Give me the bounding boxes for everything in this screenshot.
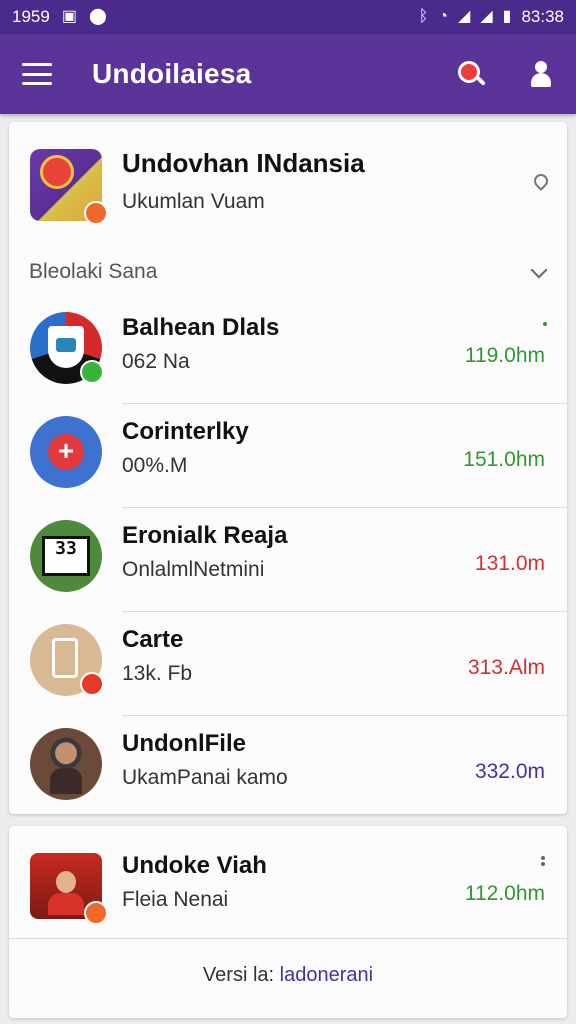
main-card: Undovhan INdansia Ukumlan Vuam Bleolaki … (9, 122, 567, 814)
avatar: 33 (30, 520, 102, 592)
list-item[interactable]: UndonlFile UkamPanai kamo 332.0m (9, 716, 567, 820)
status-time-left: 1959 (12, 7, 50, 26)
signal-icon: ◢ (480, 8, 493, 25)
location-icon: ⬤ (88, 8, 107, 25)
avatar (30, 853, 108, 925)
more-options-icon[interactable] (541, 856, 545, 870)
battery-icon: ▮ (502, 8, 512, 25)
user-icon[interactable] (528, 59, 554, 89)
image-icon: ▣ (61, 8, 77, 25)
bluetooth-icon: ᛒ (418, 8, 429, 25)
avatar (30, 312, 104, 384)
signal-icon: ◢ (458, 8, 471, 25)
item-value: 119.0hm (464, 344, 545, 367)
chevron-down-icon[interactable] (530, 261, 548, 279)
item-subtitle: 00%.M (122, 454, 188, 477)
menu-icon[interactable] (22, 63, 52, 85)
item-subtitle: 13k. Fb (122, 662, 193, 685)
item-title[interactable]: Undoke Viah (122, 852, 267, 880)
app-logo (30, 149, 108, 225)
item-subtitle: Fleia Nenai (122, 888, 229, 911)
list-item[interactable]: Carte 13k. Fb 313.Alm (9, 612, 567, 716)
location-pin-icon[interactable] (531, 171, 551, 192)
item-value: 313.Alm (467, 656, 545, 679)
app-bar: Undoilaiesa (0, 34, 576, 114)
item-value: 112.0hm (464, 882, 545, 905)
item-title: UndonlFile (122, 730, 246, 757)
status-time-right: 83:38 (521, 7, 564, 26)
version-prefix: Versi la: (202, 964, 275, 986)
item-value: 131.0m (474, 552, 545, 575)
item-title: Balhean Dlals (122, 314, 280, 341)
item-value: 332.0m (474, 760, 545, 783)
list-item[interactable]: 33 Eronialk Reaja OnlalmlNetmini 131.0m (9, 508, 567, 612)
avatar (30, 624, 104, 696)
list-item[interactable]: + Corinterlky 00%.M 151.0hm (9, 404, 567, 508)
avatar (30, 728, 102, 800)
item-title: Corinterlky (122, 418, 249, 445)
header-title: Undovhan INdansia (122, 148, 365, 178)
search-icon[interactable] (456, 59, 486, 89)
app-title: Undoilaiesa (92, 58, 252, 89)
item-title: Carte (122, 626, 184, 653)
header-subtitle: Ukumlan Vuam (122, 190, 265, 213)
status-bar: 1959 ▣ ⬤ ᛒ ◔ ◢ ◢ ▮ 83:38 (0, 0, 576, 34)
item-subtitle: OnlalmlNetmini (122, 558, 265, 581)
wifi-icon: ◔ (438, 8, 449, 25)
avatar: + (30, 416, 102, 488)
list-item[interactable]: Balhean Dlals 062 Na 119.0hm (9, 300, 567, 404)
item-title: Eronialk Reaja (122, 522, 288, 549)
status-dot-icon (543, 322, 547, 326)
item-subtitle: 062 Na (122, 350, 190, 373)
version-text: Versi la: ladonerani (9, 964, 567, 987)
header-row[interactable]: Undovhan INdansia Ukumlan Vuam (9, 122, 567, 247)
version-link[interactable]: ladonerani (280, 964, 373, 986)
item-value: 151.0hm (463, 448, 545, 471)
section-label: Bleolaki Sana (29, 260, 158, 283)
secondary-card: Undoke Viah Fleia Nenai 112.0hm Versi la… (9, 826, 567, 1018)
item-subtitle: UkamPanai kamo (122, 766, 288, 789)
